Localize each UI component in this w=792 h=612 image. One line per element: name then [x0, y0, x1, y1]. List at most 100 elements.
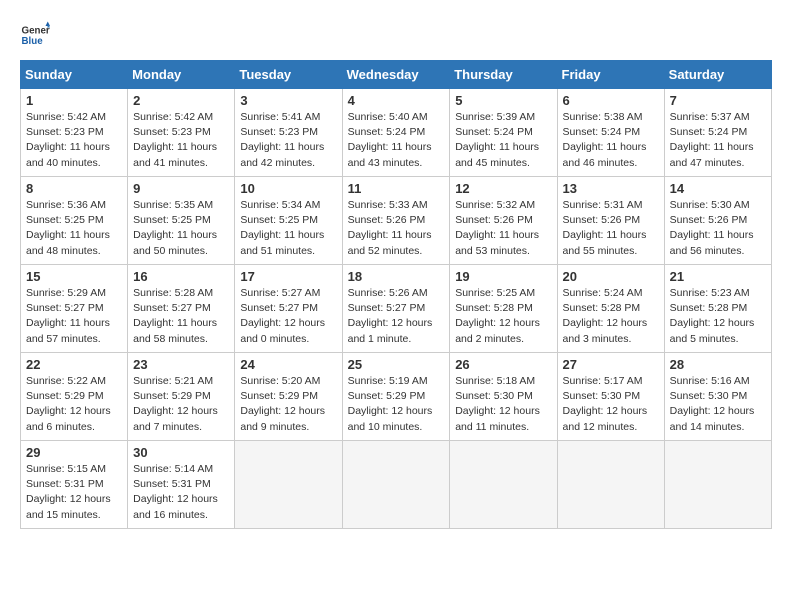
day-cell: 22Sunrise: 5:22 AMSunset: 5:29 PMDayligh…	[21, 353, 128, 441]
day-info: Sunrise: 5:26 AMSunset: 5:27 PMDaylight:…	[348, 286, 445, 347]
day-number: 9	[133, 181, 229, 196]
day-number: 22	[26, 357, 122, 372]
day-cell: 23 Sunrise: 5:21 AMSunset: 5:29 PMDayligh…	[128, 353, 235, 441]
day-info: Sunrise: 5:35 AMSunset: 5:25 PMDaylight:…	[133, 198, 229, 259]
day-info: Sunrise: 5:24 AMSunset: 5:28 PMDaylight:…	[563, 286, 659, 347]
header-wednesday: Wednesday	[342, 61, 450, 89]
day-cell: 17 Sunrise: 5:27 AMSunset: 5:27 PMDayligh…	[235, 265, 342, 353]
day-info: Sunrise: 5:36 AMSunset: 5:25 PMDaylight:…	[26, 198, 122, 259]
day-number: 18	[348, 269, 445, 284]
day-info: Sunrise: 5:42 AMSunset: 5:23 PMDaylight:…	[26, 110, 122, 171]
day-number: 12	[455, 181, 551, 196]
day-info: Sunrise: 5:31 AMSunset: 5:26 PMDaylight:…	[563, 198, 659, 259]
week-row-2: 8 Sunrise: 5:36 AMSunset: 5:25 PMDaylight…	[21, 177, 772, 265]
day-info: Sunrise: 5:39 AMSunset: 5:24 PMDaylight:…	[455, 110, 551, 171]
day-info: Sunrise: 5:23 AMSunset: 5:28 PMDaylight:…	[670, 286, 766, 347]
day-number: 30	[133, 445, 229, 460]
day-cell: 11 Sunrise: 5:33 AMSunset: 5:26 PMDayligh…	[342, 177, 450, 265]
day-info: Sunrise: 5:21 AMSunset: 5:29 PMDaylight:…	[133, 374, 229, 435]
day-cell	[664, 441, 771, 529]
header-friday: Friday	[557, 61, 664, 89]
day-info: Sunrise: 5:41 AMSunset: 5:23 PMDaylight:…	[240, 110, 336, 171]
day-cell: 8 Sunrise: 5:36 AMSunset: 5:25 PMDaylight…	[21, 177, 128, 265]
day-cell: 30 Sunrise: 5:14 AMSunset: 5:31 PMDayligh…	[128, 441, 235, 529]
day-number: 3	[240, 93, 336, 108]
day-cell: 1Sunrise: 5:42 AMSunset: 5:23 PMDaylight…	[21, 89, 128, 177]
day-cell: 12 Sunrise: 5:32 AMSunset: 5:26 PMDayligh…	[450, 177, 557, 265]
day-number: 23	[133, 357, 229, 372]
day-cell: 24 Sunrise: 5:20 AMSunset: 5:29 PMDayligh…	[235, 353, 342, 441]
day-number: 17	[240, 269, 336, 284]
week-row-4: 22Sunrise: 5:22 AMSunset: 5:29 PMDayligh…	[21, 353, 772, 441]
svg-text:Blue: Blue	[22, 36, 44, 47]
day-info: Sunrise: 5:33 AMSunset: 5:26 PMDaylight:…	[348, 198, 445, 259]
day-info: Sunrise: 5:32 AMSunset: 5:26 PMDaylight:…	[455, 198, 551, 259]
day-number: 8	[26, 181, 122, 196]
calendar-table: SundayMondayTuesdayWednesdayThursdayFrid…	[20, 60, 772, 529]
day-number: 19	[455, 269, 551, 284]
day-cell	[235, 441, 342, 529]
day-info: Sunrise: 5:40 AMSunset: 5:24 PMDaylight:…	[348, 110, 445, 171]
day-number: 24	[240, 357, 336, 372]
day-number: 2	[133, 93, 229, 108]
day-info: Sunrise: 5:27 AMSunset: 5:27 PMDaylight:…	[240, 286, 336, 347]
header-thursday: Thursday	[450, 61, 557, 89]
day-number: 20	[563, 269, 659, 284]
day-info: Sunrise: 5:15 AMSunset: 5:31 PMDaylight:…	[26, 462, 122, 523]
day-info: Sunrise: 5:28 AMSunset: 5:27 PMDaylight:…	[133, 286, 229, 347]
day-number: 10	[240, 181, 336, 196]
header-saturday: Saturday	[664, 61, 771, 89]
day-cell: 26 Sunrise: 5:18 AMSunset: 5:30 PMDayligh…	[450, 353, 557, 441]
day-number: 11	[348, 181, 445, 196]
day-cell: 14Sunrise: 5:30 AMSunset: 5:26 PMDayligh…	[664, 177, 771, 265]
week-row-3: 15 Sunrise: 5:29 AMSunset: 5:27 PMDayligh…	[21, 265, 772, 353]
day-cell: 27 Sunrise: 5:17 AMSunset: 5:30 PMDayligh…	[557, 353, 664, 441]
day-cell	[450, 441, 557, 529]
day-cell: 5 Sunrise: 5:39 AMSunset: 5:24 PMDaylight…	[450, 89, 557, 177]
day-info: Sunrise: 5:29 AMSunset: 5:27 PMDaylight:…	[26, 286, 122, 347]
day-cell: 21Sunrise: 5:23 AMSunset: 5:28 PMDayligh…	[664, 265, 771, 353]
day-number: 14	[670, 181, 766, 196]
day-cell: 7 Sunrise: 5:37 AMSunset: 5:24 PMDaylight…	[664, 89, 771, 177]
header-monday: Monday	[128, 61, 235, 89]
svg-text:General: General	[22, 26, 51, 37]
day-cell	[557, 441, 664, 529]
day-info: Sunrise: 5:37 AMSunset: 5:24 PMDaylight:…	[670, 110, 766, 171]
day-cell: 3 Sunrise: 5:41 AMSunset: 5:23 PMDaylight…	[235, 89, 342, 177]
day-number: 27	[563, 357, 659, 372]
day-info: Sunrise: 5:14 AMSunset: 5:31 PMDaylight:…	[133, 462, 229, 523]
day-cell: 2 Sunrise: 5:42 AMSunset: 5:23 PMDaylight…	[128, 89, 235, 177]
day-cell: 6Sunrise: 5:38 AMSunset: 5:24 PMDaylight…	[557, 89, 664, 177]
day-number: 25	[348, 357, 445, 372]
day-number: 29	[26, 445, 122, 460]
day-info: Sunrise: 5:19 AMSunset: 5:29 PMDaylight:…	[348, 374, 445, 435]
day-cell: 19Sunrise: 5:25 AMSunset: 5:28 PMDayligh…	[450, 265, 557, 353]
day-number: 13	[563, 181, 659, 196]
day-info: Sunrise: 5:38 AMSunset: 5:24 PMDaylight:…	[563, 110, 659, 171]
logo: General Blue	[20, 20, 54, 50]
header-tuesday: Tuesday	[235, 61, 342, 89]
day-info: Sunrise: 5:18 AMSunset: 5:30 PMDaylight:…	[455, 374, 551, 435]
day-info: Sunrise: 5:42 AMSunset: 5:23 PMDaylight:…	[133, 110, 229, 171]
day-number: 5	[455, 93, 551, 108]
day-cell: 29 Sunrise: 5:15 AMSunset: 5:31 PMDayligh…	[21, 441, 128, 529]
day-cell: 10Sunrise: 5:34 AMSunset: 5:25 PMDayligh…	[235, 177, 342, 265]
day-number: 28	[670, 357, 766, 372]
header-sunday: Sunday	[21, 61, 128, 89]
day-cell: 15 Sunrise: 5:29 AMSunset: 5:27 PMDayligh…	[21, 265, 128, 353]
day-number: 7	[670, 93, 766, 108]
day-cell: 4Sunrise: 5:40 AMSunset: 5:24 PMDaylight…	[342, 89, 450, 177]
day-cell: 28Sunrise: 5:16 AMSunset: 5:30 PMDayligh…	[664, 353, 771, 441]
day-number: 15	[26, 269, 122, 284]
day-number: 16	[133, 269, 229, 284]
week-row-1: 1Sunrise: 5:42 AMSunset: 5:23 PMDaylight…	[21, 89, 772, 177]
day-number: 26	[455, 357, 551, 372]
day-info: Sunrise: 5:17 AMSunset: 5:30 PMDaylight:…	[563, 374, 659, 435]
day-cell	[342, 441, 450, 529]
day-cell: 20 Sunrise: 5:24 AMSunset: 5:28 PMDayligh…	[557, 265, 664, 353]
day-cell: 25 Sunrise: 5:19 AMSunset: 5:29 PMDayligh…	[342, 353, 450, 441]
logo-icon: General Blue	[20, 20, 50, 50]
day-cell: 13 Sunrise: 5:31 AMSunset: 5:26 PMDayligh…	[557, 177, 664, 265]
day-cell: 9 Sunrise: 5:35 AMSunset: 5:25 PMDaylight…	[128, 177, 235, 265]
day-info: Sunrise: 5:20 AMSunset: 5:29 PMDaylight:…	[240, 374, 336, 435]
